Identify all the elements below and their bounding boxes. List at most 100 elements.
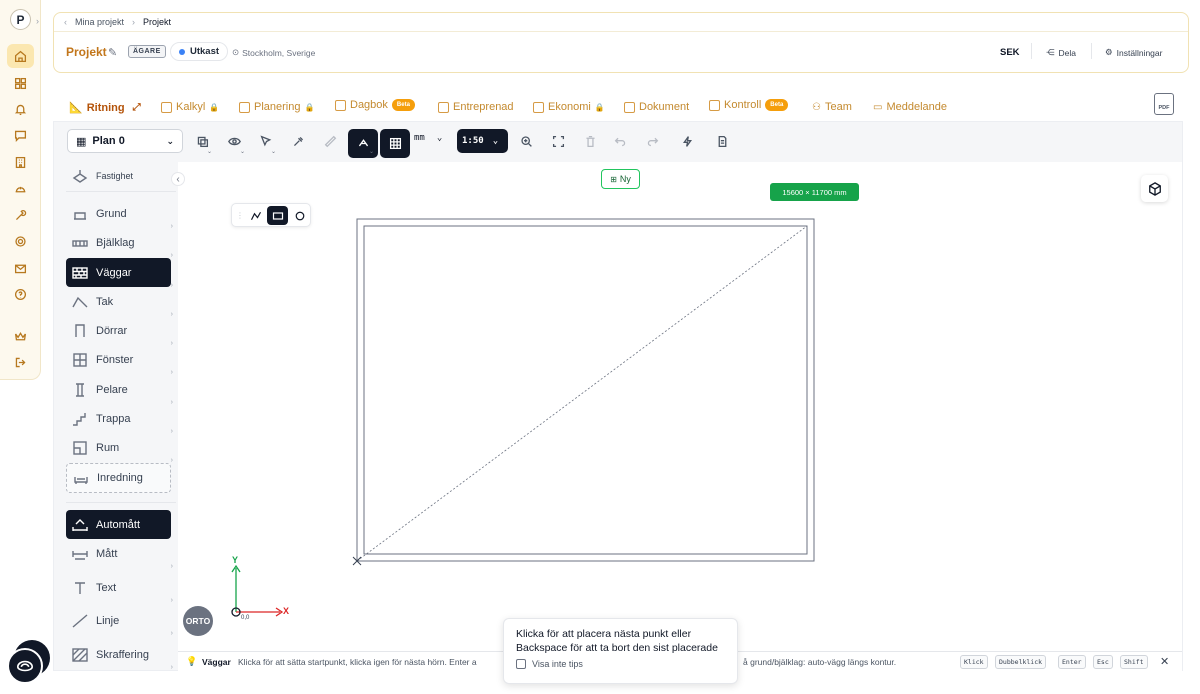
tool-tak[interactable]: Tak › [66,288,173,318]
tool-fonster[interactable]: Fönster › [66,346,173,376]
checkbox-icon[interactable] [516,659,526,669]
logout-icon[interactable] [7,350,34,374]
tool-inredning[interactable]: Inredning [66,463,171,493]
settings-button[interactable]: ⚙ Inställningar [1105,47,1162,58]
dashboard-icon[interactable] [7,71,34,95]
building-icon [438,101,449,113]
message-icon: ▭ [873,101,883,113]
tool-grund[interactable]: Grund › [66,200,173,230]
tab-dokument[interactable]: Dokument [624,101,689,113]
currency-selector[interactable]: SEK [1000,47,1020,58]
book-icon [335,99,346,111]
edit-title-icon[interactable]: ✎ [108,46,117,59]
floorplan-icon: ▦ [76,135,87,148]
tool-skraffering[interactable]: Skraffering › [66,641,173,671]
settings-icon[interactable] [7,229,34,253]
tool-text[interactable]: Text › [66,574,173,604]
grid-button[interactable] [380,129,410,158]
tool-dorrar[interactable]: Dörrar › [66,317,173,347]
tool-vaggar[interactable]: Väggar › [66,258,173,289]
polyline-shape-button[interactable] [245,206,266,225]
pin-icon: ⊙ [232,47,240,57]
tool-pelare[interactable]: Pelare › [66,376,173,406]
breadcrumb-back-link[interactable]: Mina projekt [75,17,124,27]
tab-label: Team [824,101,852,113]
calculator-icon [161,101,172,113]
fit-view-button[interactable] [544,129,572,153]
delete-button[interactable] [576,129,604,153]
lightning-button[interactable] [673,129,701,153]
tab-meddelande[interactable]: ▭ Meddelande [873,101,947,113]
tool-automatt[interactable]: Automått [66,510,171,539]
shape-picker: ⋮ [231,203,311,227]
tool-bjalklag[interactable]: Bjälklag › [66,229,173,259]
circle-shape-button[interactable] [289,206,310,225]
building-icon[interactable] [7,150,34,174]
chat-icon[interactable] [7,123,34,147]
hide-tips-checkbox[interactable]: Visa inte tips [516,659,725,669]
tab-ekonomi[interactable]: Ekonomi 🔒 [533,101,605,113]
tab-planering[interactable]: Planering 🔒 [239,101,314,113]
chevron-right-icon: › [170,630,173,637]
pdf-export-button[interactable]: PDF [1154,93,1174,115]
undo-button[interactable] [606,129,634,153]
tab-dagbok[interactable]: Dagbok Beta [335,99,415,111]
foundation-icon [74,212,86,220]
measure-tool-button[interactable] [316,129,344,153]
scale-selector[interactable]: 1:50 ⌄ [457,129,508,153]
report-button[interactable] [708,129,736,153]
tool-label: Rum [96,442,120,454]
drag-handle-icon[interactable]: ⋮ [236,211,244,220]
key-hint: Dubbelklick [995,655,1047,669]
close-icon[interactable]: ✕ [1160,655,1169,668]
dimension-icon [72,551,88,560]
home-icon[interactable] [7,44,34,68]
mail-icon[interactable] [7,256,34,280]
tab-kontroll[interactable]: Kontroll Beta [709,99,789,111]
tip-text-line-1: Klicka för att placera nästa punkt eller [516,628,692,640]
eyedropper-button[interactable] [284,129,312,153]
tool-rum[interactable]: Rum › [66,434,173,464]
drawing-canvas[interactable] [178,162,1182,651]
helmet-icon[interactable] [7,176,34,200]
tool-fastighet[interactable]: Fastighet [66,162,171,190]
help-icon[interactable] [7,282,34,306]
bell-icon[interactable] [7,97,34,121]
expand-icon[interactable]: ⤢ [133,102,141,113]
tool-trappa[interactable]: Trappa › [66,405,173,435]
key-hint: Enter [1058,655,1086,669]
status-badge[interactable]: Utkast [170,42,229,61]
lock-icon: 🔒 [209,102,220,112]
tab-entreprenad[interactable]: Entreprenad [438,101,514,113]
chevron-right-icon: › [170,282,173,289]
tool-matt[interactable]: Mått › [66,540,173,570]
plus-square-icon: ⊞ [610,174,617,184]
rectangle-shape-button[interactable] [267,206,288,225]
share-button[interactable]: ⋲ Dela [1046,47,1076,58]
app-logo[interactable]: P [10,9,31,30]
zoom-button[interactable] [512,129,540,153]
chat-bubble-icon [16,660,34,672]
collapse-panel-button[interactable]: ‹ [171,172,185,186]
tab-label: Kontroll [724,99,762,111]
expand-rail-icon[interactable]: › [36,16,39,26]
tab-kalkyl[interactable]: Kalkyl 🔒 [161,101,219,113]
unit-selector[interactable]: mm ⌄ [414,133,442,143]
plan-selector[interactable]: ▦ Plan 0 ⌄ [67,129,183,153]
help-chat-button[interactable] [7,648,43,684]
crown-icon[interactable] [7,324,34,348]
ortho-toggle[interactable]: ORTO [183,606,213,636]
tool-label: Trappa [96,413,131,425]
new-wall-button[interactable]: ⊞ Ny [601,169,640,189]
tool-label: Fönster [96,354,134,366]
3d-view-button[interactable] [1141,175,1168,202]
tab-team[interactable]: ⚇ Team [812,101,852,113]
redo-button[interactable] [638,129,666,153]
tab-label: Meddelande [886,101,948,113]
tab-ritning[interactable]: 📐 Ritning ⤢ [69,101,141,115]
wrench-icon[interactable] [7,203,34,227]
tool-linje[interactable]: Linje › [66,607,173,637]
lock-icon: 🔒 [594,102,605,112]
parcel-icon [72,170,88,183]
tool-label: Fastighet [96,171,134,181]
